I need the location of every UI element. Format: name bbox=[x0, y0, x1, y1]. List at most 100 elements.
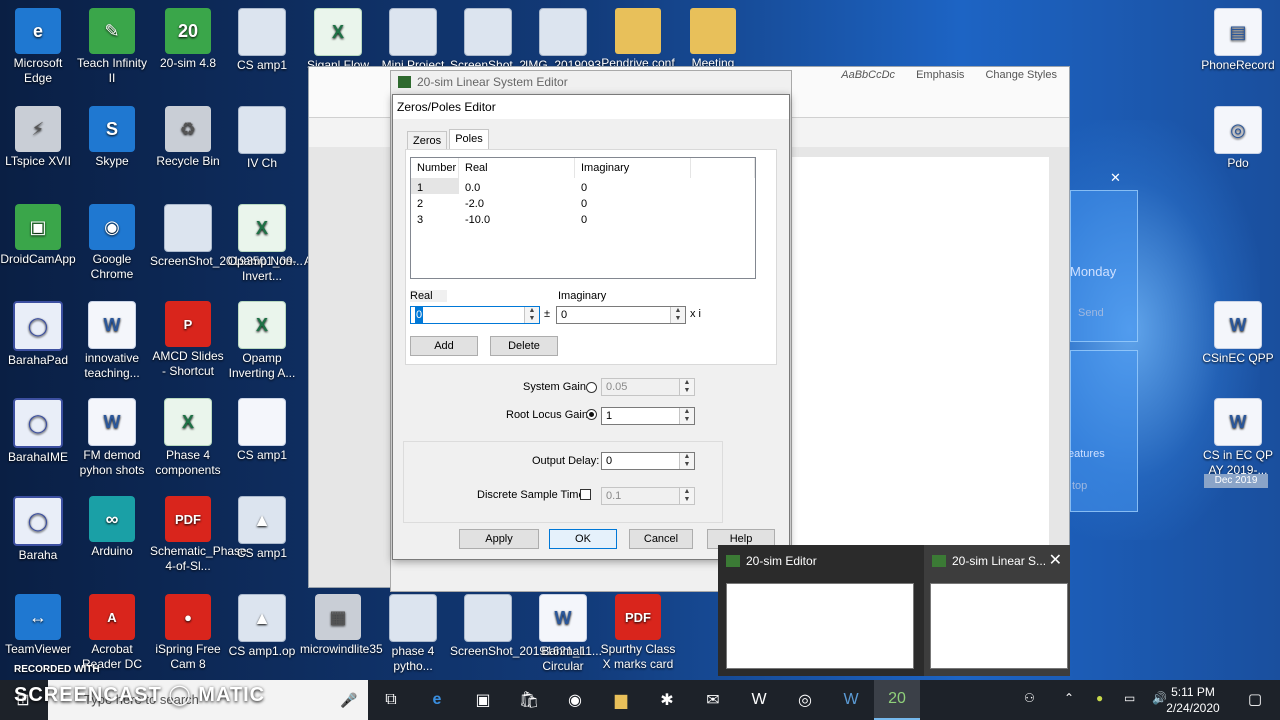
edge-icon[interactable]: e bbox=[414, 680, 460, 720]
desktop-icon[interactable]: ▣ DroidCamApp bbox=[0, 204, 76, 267]
desktop-icon[interactable]: ◉ Google Chrome bbox=[74, 204, 150, 282]
folder-icon[interactable]: ▆ bbox=[598, 680, 644, 720]
pole-row[interactable]: 1 0.0 0 bbox=[411, 178, 755, 194]
delete-button[interactable]: Delete bbox=[490, 336, 558, 356]
desktop-icon[interactable]: ▲ CS amp1.op bbox=[224, 594, 300, 659]
col-real[interactable]: Real bbox=[459, 158, 575, 178]
root-locus-input[interactable]: 1 ▲ ▼ bbox=[601, 407, 695, 425]
desktop-icon[interactable]: X Opamp Non-Invert... bbox=[224, 204, 300, 284]
desktop-icon[interactable]: e Microsoft Edge bbox=[0, 8, 76, 86]
desktop-icon[interactable]: IMG_2019093... bbox=[525, 8, 611, 73]
thumbnail-20sim-editor[interactable]: 20-sim Editor bbox=[718, 545, 914, 676]
imaginary-input[interactable]: 0 ▲ ▼ bbox=[556, 306, 686, 324]
desktop-icon[interactable]: ♻ Recycle Bin bbox=[150, 106, 226, 169]
desktop-icon[interactable]: ◯ BarahaPad bbox=[0, 301, 76, 368]
desktop-icon[interactable]: A Acrobat Reader DC bbox=[74, 594, 150, 672]
desktop-icon[interactable]: ▦ microwindlite35 bbox=[300, 594, 383, 657]
desktop-icon[interactable]: Winnovative teaching... bbox=[74, 301, 150, 381]
tab-zeros[interactable]: Zeros bbox=[407, 131, 448, 150]
desktop-icon[interactable]: ScreenShot_2... bbox=[450, 8, 536, 73]
apply-button[interactable]: Apply bbox=[459, 529, 539, 549]
20sim-taskbar-icon[interactable]: 20 bbox=[874, 680, 920, 720]
output-delay-input[interactable]: 0 ▲ ▼ bbox=[601, 452, 695, 470]
desktop-icon[interactable]: CS amp1 bbox=[224, 398, 300, 463]
desktop-icon[interactable]: W CSinEC QPP bbox=[1200, 301, 1276, 366]
desktop-icon[interactable]: W CS in EC QP AY 2019-... bbox=[1200, 398, 1276, 478]
desktop-icon[interactable]: X Phase 4 components bbox=[150, 398, 226, 478]
col-number[interactable]: Number bbox=[411, 158, 459, 178]
app-icon[interactable]: ▣ bbox=[460, 680, 506, 720]
poles-panel: Number Real Imaginary 1 0.0 0 2 -2.0 0 3 bbox=[405, 149, 777, 365]
desktop-icon[interactable]: ↔ TeamViewer bbox=[0, 594, 76, 657]
discrete-sample-input[interactable]: 0.1 ▲ ▼ bbox=[601, 487, 695, 505]
desktop-icon[interactable]: ▤ PhoneRecord bbox=[1200, 8, 1276, 73]
poles-list[interactable]: Number Real Imaginary 1 0.0 0 2 -2.0 0 3 bbox=[410, 157, 756, 279]
desktop-icon[interactable]: ScreenShot_20193501_09... bbox=[150, 204, 303, 269]
clock[interactable]: 5:11 PM 2/24/2020 bbox=[1158, 684, 1228, 716]
winrar-icon[interactable]: W bbox=[736, 680, 782, 720]
ltspice-icon[interactable]: ✱ bbox=[644, 680, 690, 720]
ok-button[interactable]: OK bbox=[549, 529, 617, 549]
desktop-icon[interactable]: ⚡ LTspice XVII bbox=[0, 106, 76, 169]
chevron-up-icon[interactable]: ⌃ bbox=[1064, 691, 1074, 705]
desktop-icon[interactable]: Meeting bbox=[675, 8, 751, 71]
system-gain-radio[interactable] bbox=[586, 382, 597, 393]
send-text: Send bbox=[1078, 307, 1104, 319]
pole-row[interactable]: 3 -10.0 0 bbox=[411, 210, 755, 226]
desktop-icon[interactable]: Pendrive conf bbox=[600, 8, 676, 71]
root-locus-radio[interactable] bbox=[586, 409, 597, 420]
chrome-icon[interactable]: ◉ bbox=[552, 680, 598, 720]
system-gain-spin[interactable]: ▲ ▼ bbox=[679, 379, 694, 395]
desktop-icon[interactable]: ◯ Baraha bbox=[0, 496, 76, 563]
desktop-icon[interactable]: PDF Schematic_Phase-4-of-Sl... bbox=[150, 496, 251, 574]
desktop-icon[interactable]: ∞ Arduino bbox=[74, 496, 150, 559]
task-view-icon[interactable]: ⧉ bbox=[368, 680, 414, 720]
cancel-button[interactable]: Cancel bbox=[629, 529, 693, 549]
real-input[interactable]: 0 ▲ ▼ bbox=[410, 306, 540, 324]
desktop-icon[interactable]: ◎ Pdo bbox=[1200, 106, 1276, 171]
desktop-icon[interactable]: ✎ Teach Infinity II bbox=[74, 8, 150, 86]
add-button[interactable]: Add bbox=[410, 336, 478, 356]
discrete-sample-checkbox[interactable] bbox=[580, 489, 591, 500]
desktop-icon[interactable]: phase 4 pytho... bbox=[375, 594, 451, 674]
desktop-icon[interactable]: ▲ CS amp1 bbox=[224, 496, 300, 561]
mail-icon[interactable]: ✉ bbox=[690, 680, 736, 720]
desktop-icon[interactable]: IV Ch bbox=[224, 106, 300, 171]
desktop-icon[interactable]: W Banmali Circular bbox=[525, 594, 601, 674]
notification-close-icon[interactable]: ✕ bbox=[1110, 170, 1121, 186]
thumbnail-linear-editor[interactable]: 20-sim Linear S... ✕ bbox=[924, 545, 1070, 676]
notification-icon[interactable]: ▢ bbox=[1248, 690, 1262, 708]
tab-poles[interactable]: Poles bbox=[449, 129, 489, 151]
output-delay-spin[interactable]: ▲ ▼ bbox=[679, 453, 694, 469]
style-normal[interactable]: AaBbCcDc bbox=[841, 69, 895, 81]
root-locus-spin[interactable]: ▲ ▼ bbox=[679, 408, 694, 424]
network-status-icon[interactable]: ● bbox=[1096, 691, 1103, 705]
change-styles-button[interactable]: Change Styles bbox=[985, 69, 1057, 81]
people-icon[interactable]: ⚇ bbox=[1024, 691, 1035, 705]
battery-icon[interactable]: ▭ bbox=[1124, 691, 1135, 705]
media-icon[interactable]: ◎ bbox=[782, 680, 828, 720]
desktop-icon[interactable]: PDF Spurthy Class X marks card bbox=[600, 594, 676, 672]
desktop-icon[interactable]: W FM demod pyhon shots bbox=[74, 398, 150, 478]
pole-row[interactable]: 2 -2.0 0 bbox=[411, 194, 755, 210]
imag-spin-arrows[interactable]: ▲ ▼ bbox=[670, 307, 685, 323]
desktop-icon[interactable]: ScreenShot_20191621_11... bbox=[450, 594, 602, 659]
close-icon[interactable]: ✕ bbox=[1049, 550, 1062, 570]
desktop-icon[interactable]: 20 20-sim 4.8 bbox=[150, 8, 226, 71]
real-spin-arrows[interactable]: ▲ ▼ bbox=[524, 307, 539, 323]
word-icon[interactable]: W bbox=[828, 680, 874, 720]
desktop-icon[interactable]: P AMCD Slides - Shortcut bbox=[150, 301, 226, 379]
desktop-icon[interactable]: S Skype bbox=[74, 106, 150, 169]
discrete-sample-spin[interactable]: ▲ ▼ bbox=[679, 488, 694, 504]
style-emphasis[interactable]: Emphasis bbox=[916, 69, 964, 81]
desktop-icon[interactable]: Mini Project bbox=[375, 8, 451, 73]
desktop-icon-label: BarahaIME bbox=[7, 450, 69, 464]
desktop-icon[interactable]: ● iSpring Free Cam 8 bbox=[150, 594, 226, 672]
col-imaginary[interactable]: Imaginary bbox=[575, 158, 691, 178]
desktop-icon[interactable]: CS amp1 bbox=[224, 8, 300, 73]
system-gain-input[interactable]: 0.05 ▲ ▼ bbox=[601, 378, 695, 396]
desktop-icon[interactable]: X Opamp Inverting A... bbox=[224, 301, 300, 381]
desktop-icon[interactable]: ◯ BarahaIME bbox=[0, 398, 76, 465]
microphone-icon[interactable]: 🎤 bbox=[326, 680, 372, 720]
store-icon[interactable]: 🛍 bbox=[506, 680, 552, 720]
